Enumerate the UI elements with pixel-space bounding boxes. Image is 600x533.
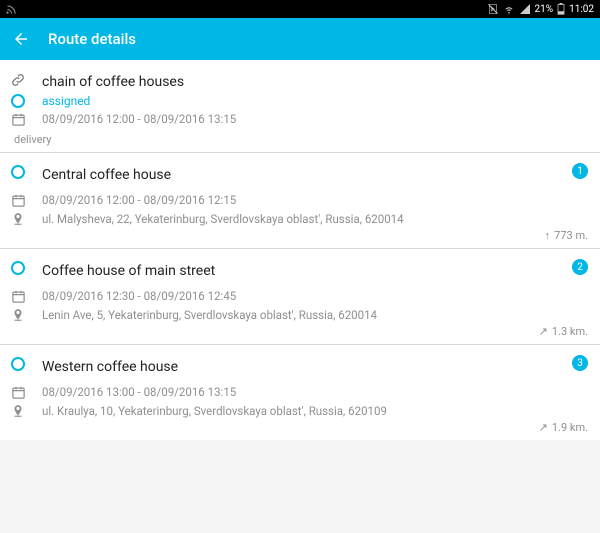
location-icon — [8, 308, 28, 322]
stop-item[interactable]: 3 Western coffee house 08/09/2016 13:00 … — [0, 345, 600, 440]
route-summary[interactable]: chain of coffee houses assigned 08/09/20… — [0, 60, 600, 153]
nfc-icon — [487, 3, 499, 15]
stop-title: Central coffee house — [42, 165, 171, 183]
wifi-icon — [503, 3, 515, 15]
arrow-upright-icon: ↗ — [539, 421, 548, 434]
gps-icon — [4, 2, 18, 16]
stop-distance: ↑ 773 m. — [545, 229, 588, 242]
stop-address: ul. Malysheva, 22, Yekaterinburg, Sverdl… — [42, 212, 404, 226]
route-window: 08/09/2016 12:00 - 08/09/2016 13:15 — [42, 112, 236, 126]
stop-window: 08/09/2016 13:00 - 08/09/2016 13:15 — [42, 385, 236, 399]
stop-badge: 2 — [572, 259, 588, 275]
route-list: chain of coffee houses assigned 08/09/20… — [0, 60, 600, 440]
route-name: chain of coffee houses — [42, 72, 184, 90]
battery-icon — [557, 3, 565, 15]
stop-item[interactable]: 1 Central coffee house 08/09/2016 12:00 … — [0, 153, 600, 249]
stop-title: Coffee house of main street — [42, 261, 215, 279]
stop-address: Lenin Ave, 5, Yekaterinburg, Sverdlovska… — [42, 308, 377, 322]
status-ring-icon — [8, 261, 28, 275]
stop-window: 08/09/2016 12:00 - 08/09/2016 12:15 — [42, 193, 236, 207]
page-title: Route details — [48, 30, 136, 48]
status-ring-icon — [8, 357, 28, 371]
stop-badge: 3 — [572, 355, 588, 371]
android-status-bar: 21% 11:02 — [0, 0, 600, 18]
clock: 11:02 — [569, 4, 594, 15]
stop-address: ul. Kraulya, 10, Yekaterinburg, Sverdlov… — [42, 404, 387, 418]
arrow-upright-icon: ↗ — [539, 325, 548, 338]
calendar-icon — [8, 289, 28, 304]
app-bar: Route details — [0, 18, 600, 60]
stop-window: 08/09/2016 12:30 - 08/09/2016 12:45 — [42, 289, 236, 303]
signal-icon — [519, 3, 531, 15]
calendar-icon — [8, 385, 28, 400]
location-icon — [8, 404, 28, 418]
arrow-up-icon: ↑ — [545, 229, 551, 242]
location-icon — [8, 212, 28, 226]
stop-distance: ↗ 1.9 km. — [539, 421, 588, 434]
status-ring-icon — [8, 165, 28, 179]
calendar-icon — [8, 112, 28, 127]
stop-distance: ↗ 1.3 km. — [539, 325, 588, 338]
chain-icon — [8, 72, 28, 88]
battery-percent: 21% — [535, 4, 554, 15]
stop-item[interactable]: 2 Coffee house of main street 08/09/2016… — [0, 249, 600, 345]
route-status: assigned — [42, 94, 90, 108]
calendar-icon — [8, 193, 28, 208]
stop-title: Western coffee house — [42, 357, 178, 375]
stop-badge: 1 — [572, 163, 588, 179]
status-ring-icon — [8, 94, 28, 108]
back-button[interactable] — [12, 30, 30, 48]
route-type: delivery — [8, 129, 590, 152]
